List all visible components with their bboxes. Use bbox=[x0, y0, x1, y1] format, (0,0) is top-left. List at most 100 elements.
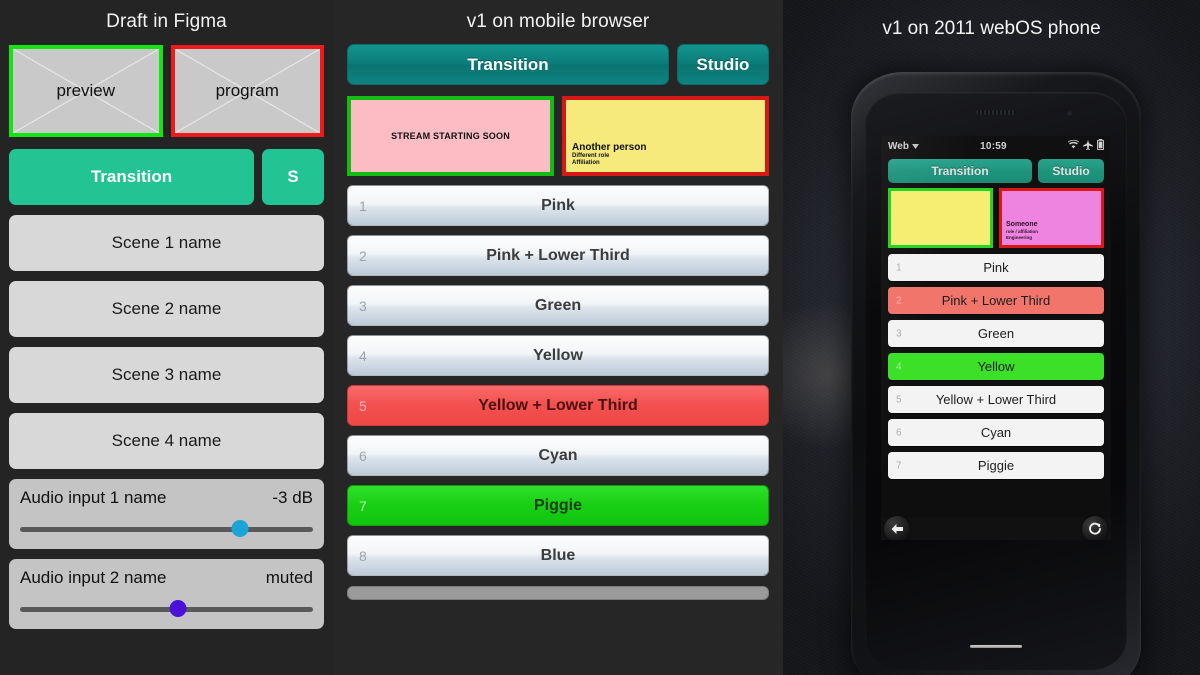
webos-scene-button-1[interactable]: 1 Pink bbox=[888, 254, 1104, 281]
figma-preview-label: preview bbox=[56, 81, 116, 100]
lower-third-affiliation: Engineering bbox=[1006, 234, 1033, 240]
slider-knob[interactable] bbox=[231, 520, 249, 537]
status-icons bbox=[1067, 139, 1105, 153]
mobile-action-row: Transition Studio bbox=[347, 44, 769, 85]
webos-scene-button-4[interactable]: 4 Yellow bbox=[888, 353, 1104, 380]
audio-channel-2-name: Audio input 2 name bbox=[20, 568, 167, 587]
mobile-scene-button-8[interactable]: 8 Blue bbox=[347, 535, 769, 576]
scene-number: 3 bbox=[359, 297, 367, 314]
webos-status-bar: Web 10:59 bbox=[881, 136, 1111, 156]
scene-number: 1 bbox=[359, 197, 367, 214]
comparison-figure: Draft in Figma preview program Transitio… bbox=[0, 0, 1200, 675]
panel-webos-photo: v1 on 2011 webOS phone Web 10:59 Transit… bbox=[783, 0, 1200, 675]
battery-icon bbox=[1096, 139, 1105, 153]
scene-label: Yellow + Lower Third bbox=[935, 392, 1057, 407]
mobile-scene-button-4[interactable]: 4 Yellow bbox=[347, 335, 769, 376]
webos-phone-body: Web 10:59 Transition Studio Someone role… bbox=[851, 72, 1141, 675]
webos-program-monitor[interactable]: Someone role / affiliation Engineering bbox=[999, 188, 1104, 248]
lower-third-role: Different role bbox=[572, 153, 610, 159]
figma-preview-thumbnail[interactable]: preview bbox=[9, 45, 163, 137]
scene-label: Yellow + Lower Third bbox=[478, 396, 638, 414]
slider-track bbox=[20, 527, 313, 532]
webos-scene-button-3[interactable]: 3 Green bbox=[888, 320, 1104, 347]
scene-label: Cyan bbox=[538, 446, 578, 464]
webos-phone-bezel: Web 10:59 Transition Studio Someone role… bbox=[865, 92, 1127, 670]
mobile-scene-button-1[interactable]: 1 Pink bbox=[347, 185, 769, 226]
mobile-scene-button-5[interactable]: 5 Yellow + Lower Third bbox=[347, 385, 769, 426]
scene-label: Green bbox=[534, 296, 582, 314]
scene-number: 3 bbox=[896, 328, 902, 339]
panel-mobile-browser: v1 on mobile browser Transition Studio S… bbox=[333, 0, 783, 675]
mobile-preview-monitor[interactable]: STREAM STARTING SOON bbox=[347, 96, 554, 176]
scene-number: 8 bbox=[359, 547, 367, 564]
mobile-scene-button-3[interactable]: 3 Green bbox=[347, 285, 769, 326]
scene-number: 4 bbox=[359, 347, 367, 364]
status-carrier[interactable]: Web bbox=[888, 141, 919, 152]
audio-channel-1-name: Audio input 1 name bbox=[20, 488, 167, 507]
webos-scene-button-7[interactable]: 7 Piggie bbox=[888, 452, 1104, 479]
webos-preview-row: Someone role / affiliation Engineering bbox=[888, 188, 1104, 248]
figma-scene-button-4[interactable]: Scene 4 name bbox=[9, 413, 324, 469]
figma-scene-button-1[interactable]: Scene 1 name bbox=[9, 215, 324, 271]
audio-channel-1-slider[interactable] bbox=[20, 520, 313, 537]
scene-label: Pink + Lower Third bbox=[486, 246, 630, 264]
mobile-scene-button-7[interactable]: 7 Piggie bbox=[347, 485, 769, 526]
slider-track bbox=[20, 607, 313, 612]
mobile-preview-row: STREAM STARTING SOON Another person Diff… bbox=[347, 96, 769, 176]
mobile-scene-button-next-partial[interactable] bbox=[347, 586, 769, 600]
scene-label: Pink bbox=[541, 196, 575, 214]
webos-preview-monitor[interactable] bbox=[888, 188, 993, 248]
lower-third-name: Another person bbox=[572, 142, 647, 153]
scene-label: Yellow bbox=[533, 346, 583, 364]
audio-channel-2-value: muted bbox=[265, 568, 313, 587]
airplane-icon bbox=[1083, 139, 1093, 153]
scene-label: Pink + Lower Third bbox=[941, 293, 1051, 308]
scene-label: Green bbox=[977, 326, 1015, 341]
scene-label: Piggie bbox=[977, 458, 1015, 473]
scene-label: Pink bbox=[983, 260, 1009, 275]
figma-audio-channel-1: Audio input 1 name -3 dB bbox=[9, 479, 324, 549]
figma-transition-button[interactable]: Transition bbox=[9, 149, 254, 205]
mobile-lower-third: Another person Different role Affiliatio… bbox=[572, 142, 646, 167]
webos-scene-button-5[interactable]: 5 Yellow + Lower Third bbox=[888, 386, 1104, 413]
scene-number: 7 bbox=[896, 460, 902, 471]
figma-scene-button-2[interactable]: Scene 2 name bbox=[9, 281, 324, 337]
audio-channel-2-slider[interactable] bbox=[20, 600, 313, 617]
scene-number: 6 bbox=[896, 427, 902, 438]
webos-browser-navbar bbox=[881, 516, 1111, 540]
scene-number: 5 bbox=[359, 397, 367, 414]
webos-action-row: Transition Studio bbox=[888, 159, 1104, 183]
webos-phone-screen: Web 10:59 Transition Studio Someone role… bbox=[881, 136, 1111, 540]
scene-number: 4 bbox=[896, 361, 902, 372]
webos-transition-button[interactable]: Transition bbox=[888, 159, 1032, 183]
mobile-scene-button-6[interactable]: 6 Cyan bbox=[347, 435, 769, 476]
home-gesture-bar[interactable] bbox=[970, 645, 1022, 648]
panel-figma-title: Draft in Figma bbox=[106, 11, 227, 32]
scene-number: 6 bbox=[359, 447, 367, 464]
figma-scene-button-3[interactable]: Scene 3 name bbox=[9, 347, 324, 403]
scene-number: 2 bbox=[896, 295, 902, 306]
figma-program-label: program bbox=[215, 81, 279, 100]
figma-thumbnail-row: preview program bbox=[9, 45, 324, 137]
scene-label: Blue bbox=[540, 546, 576, 564]
panel-webos-title: v1 on 2011 webOS phone bbox=[882, 18, 1101, 39]
lower-third-role: role / affiliation bbox=[1006, 229, 1039, 234]
figma-audio-channel-2: Audio input 2 name muted bbox=[9, 559, 324, 629]
webos-scene-button-6[interactable]: 6 Cyan bbox=[888, 419, 1104, 446]
back-arrow-icon[interactable] bbox=[884, 516, 910, 540]
lower-third-name: Someone bbox=[1006, 221, 1038, 228]
slider-knob[interactable] bbox=[169, 600, 187, 617]
webos-studio-button[interactable]: Studio bbox=[1038, 159, 1104, 183]
webos-scene-button-2[interactable]: 2 Pink + Lower Third bbox=[888, 287, 1104, 314]
panel-figma-draft: Draft in Figma preview program Transitio… bbox=[0, 0, 333, 675]
scene-number: 2 bbox=[359, 247, 367, 264]
scene-number: 1 bbox=[896, 262, 902, 273]
figma-program-thumbnail[interactable]: program bbox=[170, 45, 324, 137]
reload-icon[interactable] bbox=[1082, 516, 1108, 540]
mobile-studio-button[interactable]: Studio bbox=[677, 44, 769, 85]
mobile-transition-button[interactable]: Transition bbox=[347, 44, 669, 85]
mobile-scene-button-2[interactable]: 2 Pink + Lower Third bbox=[347, 235, 769, 276]
mobile-program-monitor[interactable]: Another person Different role Affiliatio… bbox=[562, 96, 769, 176]
status-carrier-label: Web bbox=[888, 140, 909, 152]
figma-studio-button[interactable]: S bbox=[262, 149, 324, 205]
